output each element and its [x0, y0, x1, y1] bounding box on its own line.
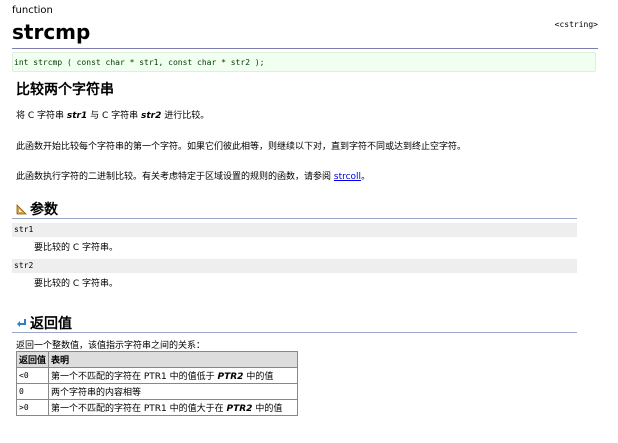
- params-heading: 参数: [16, 199, 58, 219]
- p1-suffix: 进行比较。: [161, 111, 210, 121]
- return-heading: 返回值: [16, 313, 72, 333]
- description-paragraph-3: 此函数执行字符的二进制比较。有关考虑特定于区域设置的规则的函数，请参阅 strc…: [16, 169, 370, 182]
- return-code: <0: [15, 367, 50, 384]
- return-heading-text: 返回值: [30, 316, 72, 332]
- desc-em: PTR2: [226, 404, 253, 414]
- return-table: 返回值 表明 <0 第一个不匹配的字符在 PTR1 中的值低于 PTR2 中的值…: [15, 351, 299, 416]
- table-row: <0 第一个不匹配的字符在 PTR1 中的值低于 PTR2 中的值: [15, 367, 299, 384]
- params-divider: [12, 218, 577, 219]
- ruler-triangle-icon: [16, 203, 27, 215]
- p1-str2: str2: [140, 111, 162, 121]
- desc-text: 中的值: [252, 404, 283, 414]
- desc-text: 中的值: [243, 372, 274, 382]
- p1-prefix: 将 C 字符串: [16, 111, 67, 121]
- param-desc: 要比较的 C 字符串。: [34, 279, 119, 289]
- function-prototype: int strcmp ( const char * str1, const ch…: [12, 52, 596, 72]
- p1-mid: 与 C 字符串: [87, 111, 141, 121]
- desc-text: 第一个不匹配的字符在 PTR1 中的值大于在: [51, 404, 227, 414]
- description-heading: 比较两个字符串: [16, 82, 114, 98]
- header-library[interactable]: <cstring>: [555, 20, 598, 29]
- return-divider: [12, 332, 577, 333]
- page-title: strcmp: [12, 20, 91, 44]
- strcoll-link[interactable]: strcoll: [334, 172, 361, 182]
- param-name: str2: [12, 259, 577, 273]
- desc-text: 第一个不匹配的字符在 PTR1 中的值低于: [51, 372, 218, 382]
- col-header-desc: 表明: [48, 351, 299, 368]
- description-paragraph-2: 此函数开始比较每个字符串的第一个字符。如果它们彼此相等，则继续以下对，直到字符不…: [16, 142, 467, 152]
- return-desc: 第一个不匹配的字符在 PTR1 中的值大于在 PTR2 中的值: [48, 399, 299, 416]
- param-name: str1: [12, 223, 577, 237]
- return-code: >0: [15, 399, 50, 416]
- return-desc: 两个字符串的内容相等: [48, 383, 299, 400]
- params-heading-text: 参数: [30, 202, 58, 218]
- table-header-row: 返回值 表明: [15, 351, 299, 368]
- entity-kind: function: [12, 5, 53, 16]
- return-text: 返回一个整数值，该值指示字符串之间的关系：: [16, 341, 206, 351]
- desc-text: 两个字符串的内容相等: [51, 388, 142, 398]
- p3-suffix: 。: [361, 172, 371, 182]
- desc-em: PTR2: [217, 372, 244, 382]
- p1-str1: str1: [66, 111, 88, 121]
- col-header-value: 返回值: [15, 351, 50, 368]
- description-paragraph-1: 将 C 字符串 str1 与 C 字符串 str2 进行比较。: [16, 108, 209, 121]
- p3-prefix: 此函数执行字符的二进制比较。有关考虑特定于区域设置的规则的函数，请参阅: [16, 172, 334, 182]
- param-desc: 要比较的 C 字符串。: [34, 243, 119, 253]
- return-code: 0: [15, 383, 50, 400]
- return-desc: 第一个不匹配的字符在 PTR1 中的值低于 PTR2 中的值: [48, 367, 299, 384]
- header-divider: [12, 48, 598, 49]
- table-row: >0 第一个不匹配的字符在 PTR1 中的值大于在 PTR2 中的值: [15, 399, 299, 416]
- return-arrow-icon: [16, 318, 27, 329]
- table-row: 0 两个字符串的内容相等: [15, 383, 299, 400]
